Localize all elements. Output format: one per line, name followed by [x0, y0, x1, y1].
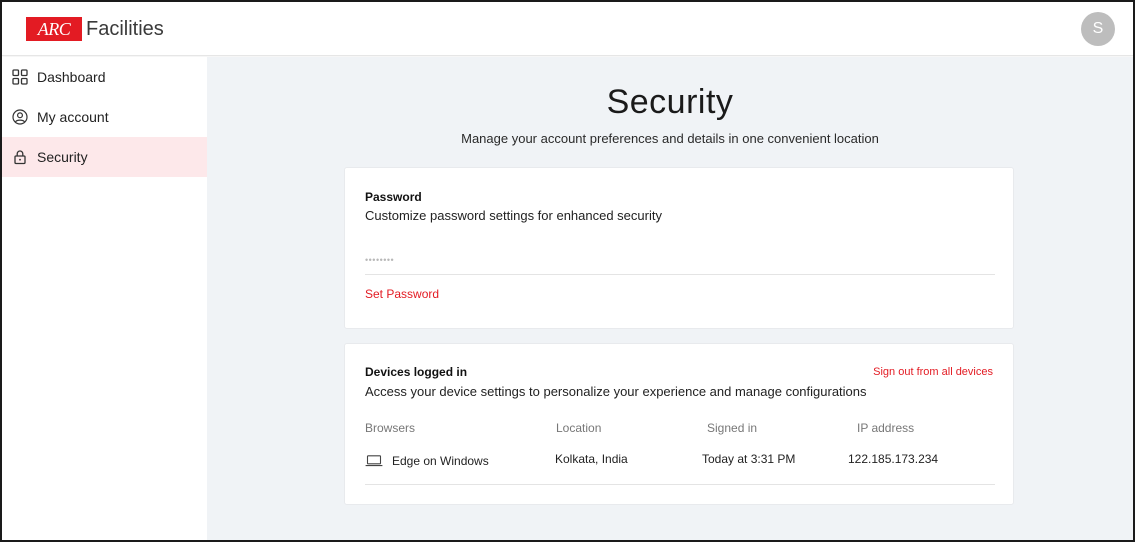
column-header-location: Location [556, 421, 602, 435]
sign-out-all-devices-link[interactable]: Sign out from all devices [873, 366, 993, 378]
devices-card-title: Devices logged in [365, 365, 468, 379]
avatar[interactable]: S [1081, 12, 1115, 46]
cell-ip-address: 122.185.173.234 [848, 452, 939, 466]
sidebar-item-dashboard[interactable]: Dashboard [2, 57, 207, 97]
divider [365, 274, 995, 275]
laptop-icon [365, 454, 383, 467]
sidebar-item-label: My account [37, 109, 109, 125]
arc-facilities-logo[interactable]: ARC Facilities [26, 16, 164, 42]
lock-icon [12, 149, 28, 165]
arc-logo-mark: ARC [26, 17, 82, 41]
password-card-title: Password [365, 190, 422, 204]
user-circle-icon [12, 109, 28, 125]
password-masked-value: •••••••• [365, 255, 395, 265]
sidebar-item-security[interactable]: Security [2, 137, 207, 177]
column-header-signed-in: Signed in [707, 421, 758, 435]
password-card-description: Customize password settings for enhanced… [365, 208, 662, 223]
sidebar-item-label: Dashboard [37, 69, 106, 85]
sidebar: Dashboard My account Security [2, 57, 207, 540]
column-header-ip-address: IP address [857, 421, 915, 435]
cell-signed-in: Today at 3:31 PM [702, 452, 796, 466]
cell-location: Kolkata, India [555, 452, 628, 466]
password-card: Password Customize password settings for… [344, 167, 1014, 329]
sidebar-item-my-account[interactable]: My account [2, 97, 207, 137]
sidebar-item-label: Security [37, 149, 88, 165]
divider [365, 484, 995, 485]
app-window: ARC Facilities S Dashboard My account Se… [0, 0, 1135, 542]
main-content: Security Manage your account preferences… [207, 57, 1133, 540]
grid-icon [12, 69, 28, 85]
cell-browser: Edge on Windows [392, 454, 489, 468]
logo-text: Facilities [86, 17, 164, 40]
top-header: ARC Facilities S [2, 2, 1133, 56]
devices-card: Devices logged in Sign out from all devi… [344, 343, 1014, 505]
devices-card-description: Access your device settings to personali… [365, 384, 867, 399]
set-password-link[interactable]: Set Password [365, 287, 439, 301]
page-subtitle: Manage your account preferences and deta… [461, 131, 879, 146]
column-header-browsers: Browsers [365, 421, 416, 435]
page-title: Security [606, 83, 734, 121]
